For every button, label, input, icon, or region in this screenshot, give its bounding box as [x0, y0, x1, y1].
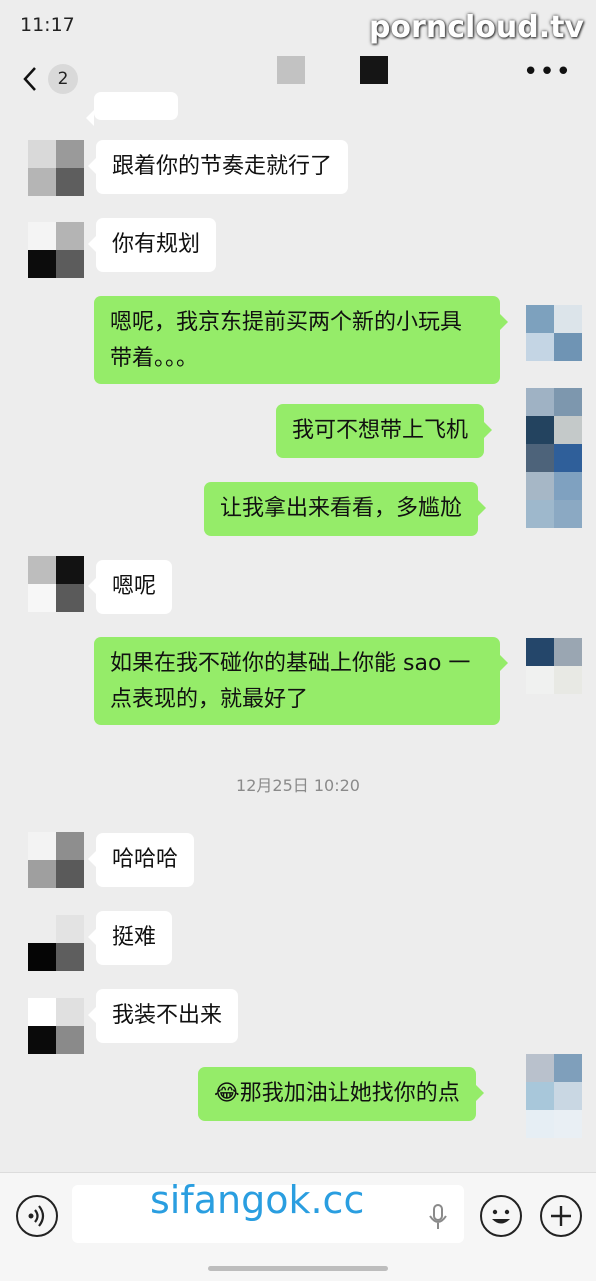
message-text: 让我拿出来看看，多尴尬 [220, 496, 463, 521]
avatar[interactable] [28, 998, 84, 1054]
status-time: 11:17 [20, 14, 75, 36]
message-bubble[interactable]: 我可不想带上飞机 [276, 404, 493, 458]
avatar[interactable] [526, 388, 582, 528]
message-text-line: 带着。。。 [110, 346, 199, 371]
microphone-icon[interactable] [428, 1203, 448, 1231]
avatar[interactable] [526, 638, 582, 694]
avatar[interactable] [28, 556, 84, 612]
avatar[interactable] [28, 832, 84, 888]
message-bubble[interactable]: 你有规划 [87, 218, 217, 272]
title-censored-block [277, 56, 305, 84]
message-bubble[interactable]: 哈哈哈 [87, 833, 195, 887]
emoji-button[interactable] [480, 1195, 522, 1237]
watermark-top: porncloud.tv [368, 10, 584, 45]
avatar[interactable] [28, 140, 84, 196]
message-text-line: 点表现的，就最好了 [110, 687, 309, 712]
chevron-left-icon [23, 67, 36, 91]
watermark-bottom: sifangok.cc [150, 1178, 365, 1222]
message-text-line: 如果在我不碰你的基础上你能 sao 一 [110, 651, 471, 676]
message-bubble[interactable]: 让我拿出来看看，多尴尬 [204, 482, 487, 536]
message-bubble[interactable]: 如果在我不碰你的基础上你能 sao 一 点表现的，就最好了 [94, 637, 508, 725]
title-censored-block [360, 56, 388, 84]
message-bubble[interactable]: 嗯呢，我京东提前买两个新的小玩具 带着。。。 [94, 296, 508, 384]
voice-input-button[interactable] [16, 1195, 58, 1237]
avatar[interactable] [526, 305, 582, 361]
chat-header: 2 ••• [0, 52, 596, 106]
status-bar: 11:17 porncloud.tv [0, 0, 596, 52]
message-text: 哈哈哈 [112, 847, 179, 872]
message-text: 跟着你的节奏走就行了 [112, 154, 333, 179]
more-options-button[interactable]: ••• [523, 59, 572, 85]
more-functions-button[interactable] [540, 1195, 582, 1237]
laughing-crying-emoji-icon: 😂 [214, 1081, 240, 1106]
message-text-line: 嗯呢，我京东提前买两个新的小玩具 [110, 310, 463, 335]
message-text: 那我加油让她找你的点 [239, 1081, 460, 1106]
message-bubble[interactable]: 😂那我加油让她找你的点 [198, 1067, 484, 1121]
message-bubble[interactable]: 嗯呢 [87, 560, 173, 614]
plus-icon [551, 1206, 571, 1226]
message-bubble[interactable]: 跟着你的节奏走就行了 [87, 140, 349, 194]
avatar[interactable] [526, 1054, 582, 1138]
message-text: 嗯呢 [112, 574, 157, 599]
message-bubble[interactable]: 挺难 [87, 911, 173, 965]
voice-wave-icon [28, 1205, 45, 1227]
message-text: 你有规划 [112, 232, 201, 257]
ellipsis-icon: ••• [522, 57, 572, 87]
message-text: 挺难 [112, 925, 157, 950]
back-button[interactable]: 2 [18, 60, 82, 98]
message-bubble-partial[interactable] [86, 92, 178, 126]
message-text: 我装不出来 [112, 1003, 223, 1028]
smiley-icon [492, 1209, 510, 1224]
chat-timestamp: 12月25日 10:20 [236, 776, 360, 795]
message-text: 我可不想带上飞机 [292, 418, 469, 443]
home-indicator[interactable] [208, 1266, 388, 1271]
avatar[interactable] [28, 222, 84, 278]
message-bubble[interactable]: 我装不出来 [87, 989, 239, 1043]
avatar[interactable] [28, 915, 84, 971]
unread-badge: 2 [48, 64, 78, 94]
